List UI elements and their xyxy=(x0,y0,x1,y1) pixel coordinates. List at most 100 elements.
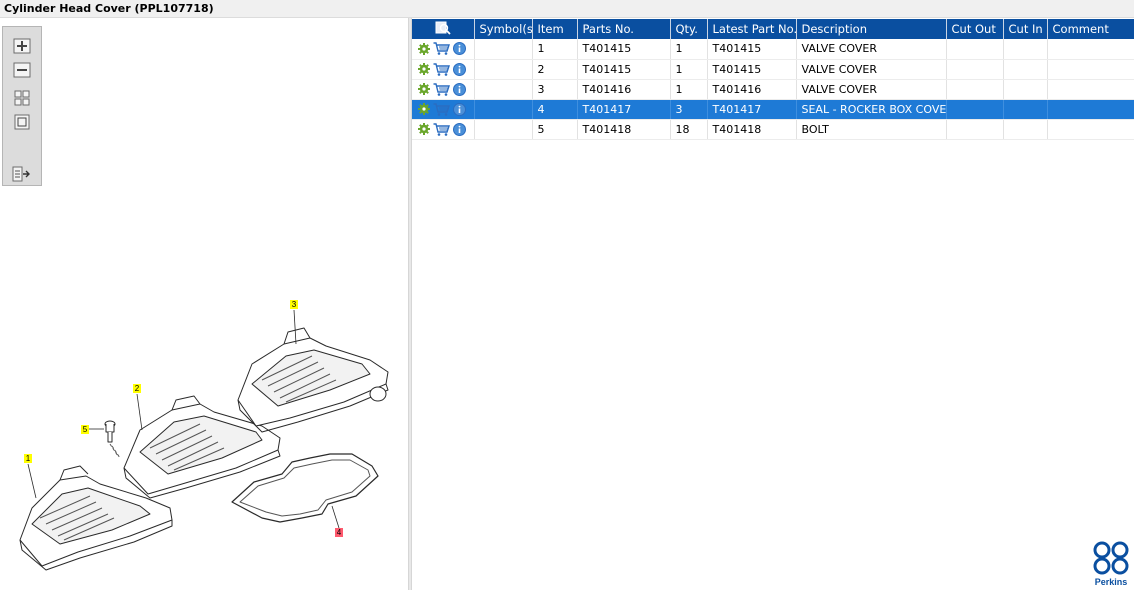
cell-symbols xyxy=(474,59,533,80)
bolt-5[interactable] xyxy=(104,420,121,459)
row-action-icons xyxy=(412,79,475,100)
callout-5-label: 5 xyxy=(83,425,88,434)
perkins-logo: Perkins xyxy=(1090,540,1132,588)
cell-cut-out xyxy=(946,99,1004,120)
cell-description: VALVE COVER xyxy=(796,39,947,60)
cell-qty: 1 xyxy=(670,59,708,80)
cell-item: 2 xyxy=(532,59,578,80)
info-icon[interactable] xyxy=(453,122,466,136)
brand-name: Perkins xyxy=(1094,577,1128,587)
info-icon[interactable] xyxy=(453,102,466,116)
cell-latest-part-no: T401417 xyxy=(707,99,797,120)
parts-list-pane: Symbol(s) Item Parts No. Qty. Latest Par… xyxy=(412,18,1134,590)
fit-window-button[interactable] xyxy=(12,113,32,131)
info-icon[interactable] xyxy=(453,82,466,96)
cart-icon[interactable] xyxy=(433,102,450,116)
table-row[interactable]: 1 T401415 1 T401415 VALVE COVER xyxy=(412,39,1134,60)
cell-latest-part-no: T401415 xyxy=(707,59,797,80)
export-list-icon xyxy=(12,166,30,182)
zoom-out-button[interactable] xyxy=(12,61,32,79)
cell-part-no: T401415 xyxy=(577,59,671,80)
cell-qty: 18 xyxy=(670,119,708,140)
rocker-box-seal-4[interactable] xyxy=(231,453,379,523)
cell-cut-out xyxy=(946,39,1004,60)
cell-qty: 3 xyxy=(670,99,708,120)
cell-item: 4 xyxy=(532,99,578,120)
info-icon[interactable] xyxy=(453,42,466,56)
table-row[interactable]: 5 T401418 18 T401418 BOLT xyxy=(412,119,1134,140)
column-header-cut-in[interactable]: Cut In xyxy=(1003,19,1048,39)
exploded-parts-diagram[interactable]: 1 2 3 4 5 xyxy=(0,268,408,578)
cell-cut-out xyxy=(946,119,1004,140)
cell-qty: 1 xyxy=(670,79,708,100)
cell-cut-in xyxy=(1003,99,1048,120)
column-header-search[interactable] xyxy=(412,19,475,39)
zoom-in-icon xyxy=(13,38,31,54)
cell-symbols xyxy=(474,79,533,100)
cell-cut-in xyxy=(1003,59,1048,80)
callout-4-label: 4 xyxy=(337,528,342,537)
table-row[interactable]: 2 T401415 1 T401415 VALVE COVER xyxy=(412,59,1134,80)
gear-icon[interactable] xyxy=(418,123,430,135)
cell-symbols xyxy=(474,39,533,60)
zoom-in-button[interactable] xyxy=(12,37,32,55)
cell-qty: 1 xyxy=(670,39,708,60)
perkins-logo-mark xyxy=(1093,541,1129,575)
callout-1-label: 1 xyxy=(26,454,31,463)
parts-table: Symbol(s) Item Parts No. Qty. Latest Par… xyxy=(412,19,1134,140)
column-header-item[interactable]: Item xyxy=(532,19,578,39)
cell-part-no: T401417 xyxy=(577,99,671,120)
fit-all-button[interactable] xyxy=(12,89,32,107)
info-icon[interactable] xyxy=(453,62,466,76)
gear-icon[interactable] xyxy=(418,42,430,55)
cell-item: 5 xyxy=(532,119,578,140)
table-row[interactable]: 4 T401417 3 T401417 SEAL - ROCKER BOX COVER xyxy=(412,99,1134,120)
cell-cut-in xyxy=(1003,79,1048,100)
row-action-icons xyxy=(412,59,475,80)
cell-comment xyxy=(1047,119,1134,140)
gear-icon[interactable] xyxy=(418,103,430,115)
column-header-description[interactable]: Description xyxy=(796,19,947,39)
column-header-cut-out[interactable]: Cut Out xyxy=(946,19,1004,39)
diagram-pane[interactable]: 1 2 3 4 5 xyxy=(0,18,408,590)
column-header-comment[interactable]: Comment xyxy=(1047,19,1134,39)
table-header-row: Symbol(s) Item Parts No. Qty. Latest Par… xyxy=(412,19,1134,39)
cell-part-no: T401415 xyxy=(577,39,671,60)
cell-comment xyxy=(1047,39,1134,60)
fit-window-icon xyxy=(14,114,30,130)
callout-3-label: 3 xyxy=(292,300,297,309)
column-header-symbols[interactable]: Symbol(s) xyxy=(474,19,533,39)
cell-part-no: T401416 xyxy=(577,79,671,100)
column-header-qty[interactable]: Qty. xyxy=(670,19,708,39)
cell-symbols xyxy=(474,119,533,140)
callout-2-label: 2 xyxy=(135,384,140,393)
cell-comment xyxy=(1047,99,1134,120)
cart-icon[interactable] xyxy=(433,82,450,96)
valve-cover-3[interactable] xyxy=(237,327,389,433)
fit-all-icon xyxy=(14,90,30,106)
gear-icon[interactable] xyxy=(418,83,430,95)
column-header-parts-no[interactable]: Parts No. xyxy=(577,19,671,39)
window-titlebar: Cylinder Head Cover (PPL107718) xyxy=(0,0,1134,18)
cart-icon[interactable] xyxy=(433,42,450,56)
cart-icon[interactable] xyxy=(433,122,450,136)
row-action-icons xyxy=(412,119,475,140)
window-title: Cylinder Head Cover (PPL107718) xyxy=(4,2,214,15)
cell-item: 1 xyxy=(532,39,578,60)
export-list-button[interactable] xyxy=(12,165,32,183)
viewer-toolbox xyxy=(2,26,42,186)
cell-cut-out xyxy=(946,79,1004,100)
gear-icon[interactable] xyxy=(418,63,430,75)
cart-icon[interactable] xyxy=(433,62,450,76)
cell-latest-part-no: T401415 xyxy=(707,39,797,60)
table-row[interactable]: 3 T401416 1 T401416 VALVE COVER xyxy=(412,79,1134,100)
cell-symbols xyxy=(474,99,533,120)
cell-comment xyxy=(1047,79,1134,100)
cell-description: BOLT xyxy=(796,119,947,140)
cell-cut-out xyxy=(946,59,1004,80)
cell-latest-part-no: T401418 xyxy=(707,119,797,140)
column-header-latest-part-no[interactable]: Latest Part No. xyxy=(707,19,797,39)
cell-latest-part-no: T401416 xyxy=(707,79,797,100)
zoom-out-icon xyxy=(13,62,31,78)
cell-part-no: T401418 xyxy=(577,119,671,140)
